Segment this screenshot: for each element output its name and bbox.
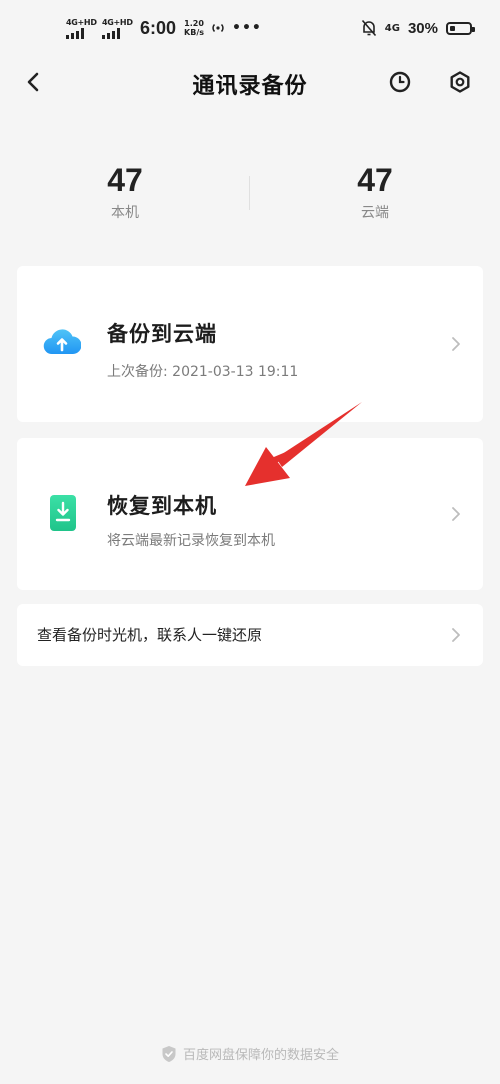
restore-description: 将云端最新记录恢复到本机 [107, 533, 275, 549]
backup-to-cloud-card[interactable]: 备份到云端 上次备份: 2021-03-13 19:11 [17, 266, 483, 422]
signal-icon [66, 27, 84, 39]
local-stat: 47 本机 [65, 160, 185, 222]
status-time: 6:00 [140, 17, 177, 38]
network-indicator-3: 4G [384, 22, 400, 34]
battery-percent: 30% [407, 19, 438, 37]
history-clock-icon[interactable] [388, 70, 412, 94]
battery-icon [446, 21, 475, 35]
last-backup-time: 上次备份: 2021-03-13 19:11 [107, 364, 299, 380]
page-title: 通讯录备份 [192, 74, 308, 99]
signal-icon [102, 27, 120, 39]
cloud-label: 云端 [361, 205, 389, 221]
chevron-right-icon [452, 507, 460, 521]
cloud-count: 47 [357, 162, 393, 198]
contact-stats: 47 本机 47 云端 [0, 160, 500, 230]
security-footer: 百度网盘保障你的数据安全 [0, 1044, 500, 1063]
status-bar: 4G+HD 4G+HD 6:00 1.20 KB/s ••• 4G 30% [0, 0, 500, 56]
local-label: 本机 [111, 205, 139, 221]
network-indicator-2: 4G+HD [102, 18, 133, 39]
nav-bar: 通讯录备份 [0, 56, 500, 112]
stats-divider [249, 176, 250, 210]
backup-title: 备份到云端 [107, 322, 217, 346]
hotspot-icon [212, 23, 224, 33]
cloud-upload-icon [43, 329, 81, 355]
settings-gear-icon[interactable] [448, 70, 472, 94]
backup-timemachine-row[interactable]: 查看备份时光机，联系人一键还原 [17, 604, 483, 666]
local-count: 47 [107, 162, 143, 198]
mute-bell-icon [361, 19, 376, 37]
chevron-right-icon [452, 337, 460, 351]
phone-download-icon [50, 495, 76, 531]
security-footer-text: 百度网盘保障你的数据安全 [182, 1048, 339, 1063]
chevron-right-icon [452, 628, 460, 642]
cloud-stat: 47 云端 [315, 160, 435, 222]
more-notifications-icon: ••• [232, 20, 262, 36]
restore-title: 恢复到本机 [107, 494, 217, 518]
restore-to-local-card[interactable]: 恢复到本机 将云端最新记录恢复到本机 [17, 438, 483, 590]
timemachine-label: 查看备份时光机，联系人一键还原 [37, 626, 263, 644]
network-speed: 1.20 KB/s [184, 19, 205, 37]
shield-icon [162, 1045, 176, 1062]
network-indicator-1: 4G+HD [66, 18, 97, 39]
